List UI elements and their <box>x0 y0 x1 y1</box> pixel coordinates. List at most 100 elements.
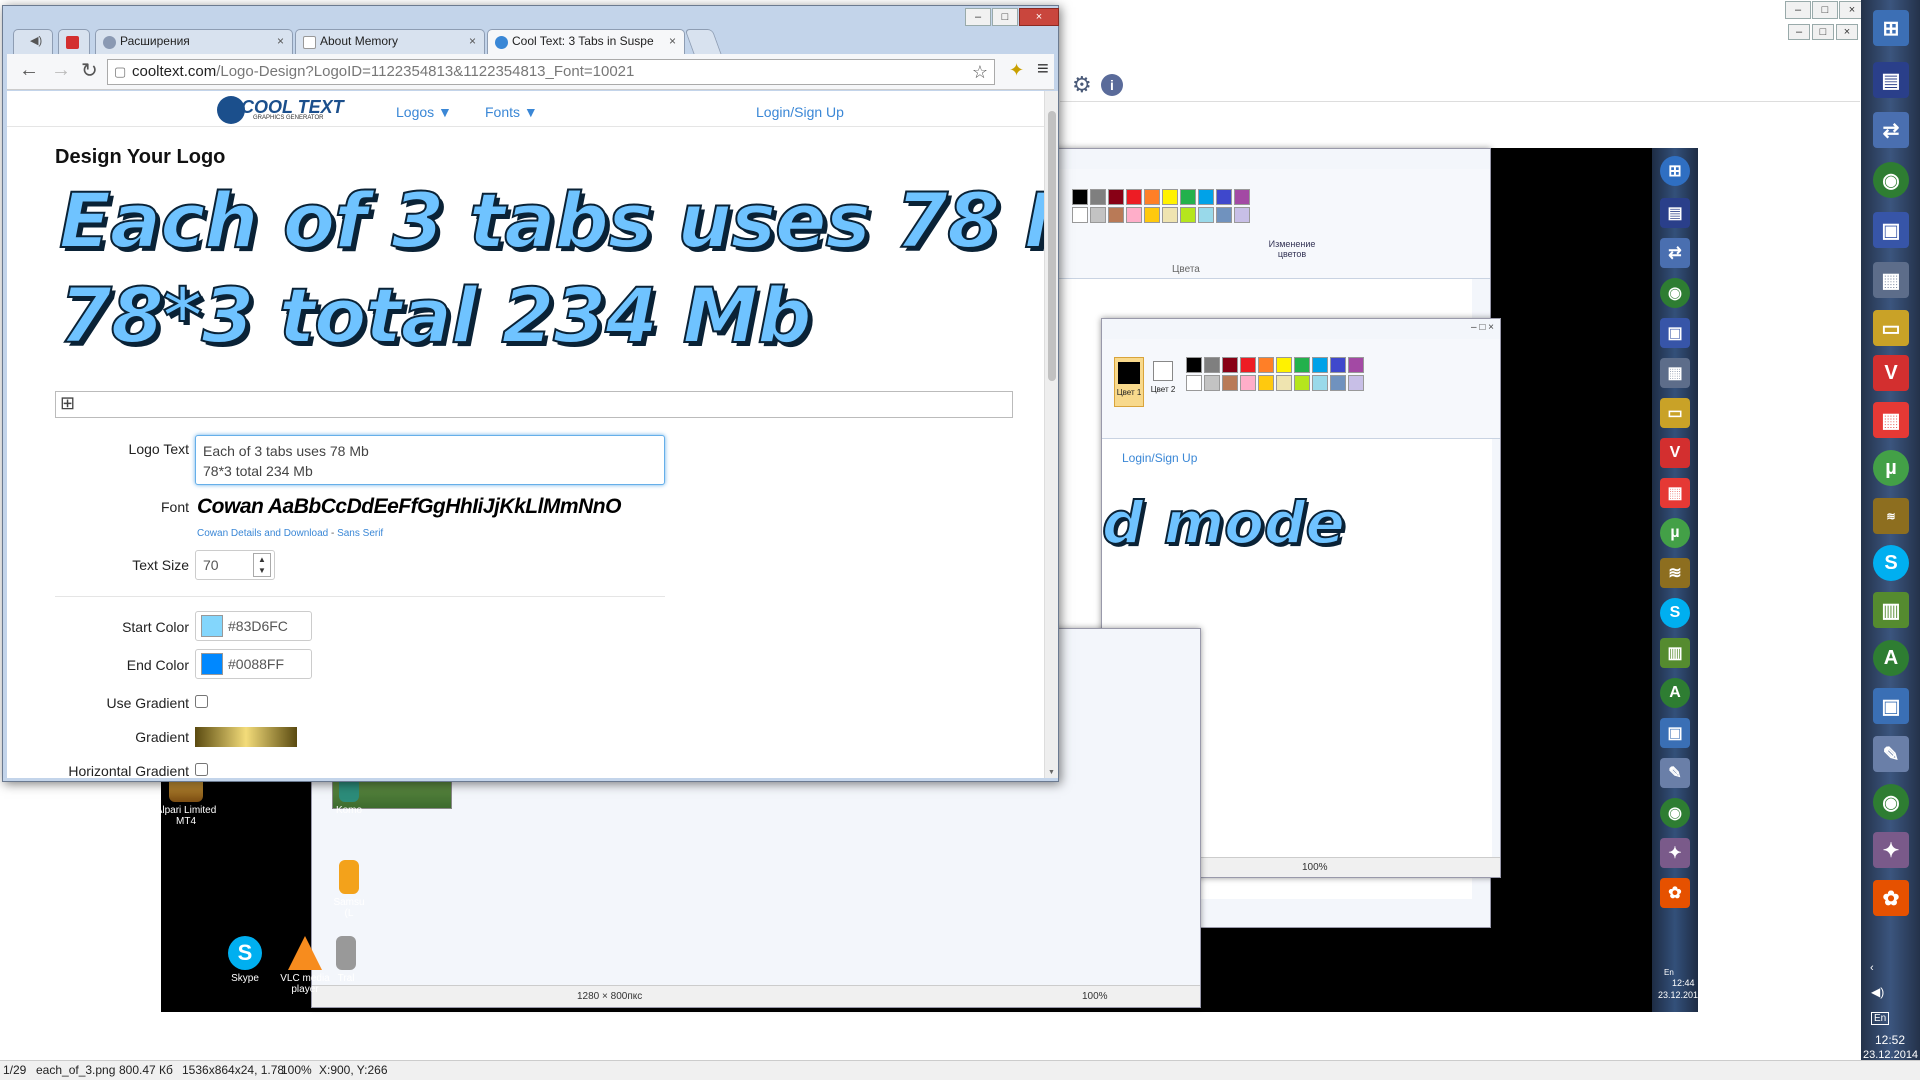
close-window-button[interactable]: × <box>1019 8 1059 26</box>
tools-icon[interactable]: ✦ <box>1873 832 1909 868</box>
nested-chart-icon[interactable]: ▥ <box>1660 638 1690 668</box>
tab-back-button[interactable]: ◀) <box>13 29 53 54</box>
scroll-down-icon[interactable]: ▼ <box>1048 769 1055 776</box>
nested-alpari-icon[interactable]: ≋ <box>1660 558 1690 588</box>
start-color-swatch[interactable] <box>201 615 223 637</box>
tab-close-icon[interactable]: × <box>669 30 676 53</box>
monitor-icon[interactable]: ▣ <box>1873 212 1909 248</box>
remote-desktop-icon[interactable]: ▣ <box>1873 688 1909 724</box>
tray-arrow-icon[interactable]: ‹ <box>1870 962 1874 974</box>
gradient-preview[interactable] <box>195 727 297 747</box>
bg-inner-minimize[interactable]: – <box>1788 24 1810 40</box>
tab-cool-text[interactable]: Cool Text: 3 Tabs in Suspe × <box>487 29 685 55</box>
edit-colors-label[interactable]: Изменение цветов <box>1262 239 1322 259</box>
nested-chrome-icon[interactable]: ◉ <box>1660 278 1690 308</box>
nested-start-icon[interactable]: ⊞ <box>1660 156 1690 186</box>
bookmark-star-icon[interactable]: ☆ <box>972 60 988 84</box>
tab-extensions[interactable]: Расширения × <box>95 29 293 54</box>
chart-icon[interactable]: ▥ <box>1873 592 1909 628</box>
color-palette-back[interactable] <box>1072 189 1250 223</box>
nested-skype-icon[interactable]: S <box>1660 598 1690 628</box>
clock-time[interactable]: 12:52 <box>1875 1033 1905 1047</box>
text-size-spinner[interactable]: ▲ ▼ <box>253 553 271 577</box>
cooltext-logo[interactable]: COOL TEXT GRAPHICS GENERATOR <box>217 96 357 124</box>
nested-android-icon[interactable]: A <box>1660 678 1690 708</box>
nested-chrome2-icon[interactable]: ◉ <box>1660 798 1690 828</box>
paint-icon[interactable]: ✎ <box>1873 736 1909 772</box>
settings-gear-icon[interactable]: ⚙ <box>1072 72 1092 98</box>
scrollbar-thumb[interactable] <box>1048 111 1056 381</box>
font-preview[interactable]: Cowan AaBbCcDdEeFfGgHhIiJjKkLlMmNnO <box>197 495 621 519</box>
nested-paint-icon[interactable]: ✎ <box>1660 758 1690 788</box>
gimp-icon[interactable]: ✿ <box>1873 880 1909 916</box>
end-color-input[interactable]: #0088FF <box>195 649 312 679</box>
page-info-icon[interactable]: ▢ <box>114 60 126 84</box>
vc-icon[interactable]: V <box>1873 355 1909 391</box>
maximize-button[interactable]: □ <box>992 8 1018 26</box>
tab-close-icon[interactable]: × <box>277 30 284 53</box>
nested-lang[interactable]: En <box>1664 968 1674 977</box>
nav-fonts-link[interactable]: Fonts ▼ <box>485 104 538 120</box>
nested-remote-icon[interactable]: ▣ <box>1660 718 1690 748</box>
logo-text-input[interactable]: Each of 3 tabs uses 78 Mb 78*3 total 234… <box>195 435 665 485</box>
horizontal-gradient-checkbox[interactable] <box>195 763 208 776</box>
minimize-button[interactable]: – <box>965 8 991 26</box>
nav-login-link[interactable]: Login/Sign Up <box>756 104 844 120</box>
nested-floppy-icon[interactable]: ▤ <box>1660 198 1690 228</box>
back-arrow-icon[interactable]: ← <box>19 59 39 82</box>
show-desktop-icon[interactable]: ⊞ <box>1873 10 1909 46</box>
nested-calculator-icon[interactable]: ▦ <box>1660 358 1690 388</box>
start-color-input[interactable]: #83D6FC <box>195 611 312 641</box>
nested-folder-icon[interactable]: ▭ <box>1660 398 1690 428</box>
color2-swatch[interactable]: Цвет 2 <box>1148 357 1178 407</box>
chrome-menu-icon[interactable]: ≡ <box>1037 58 1049 81</box>
desktop-icon-samsung[interactable]: Samsu (L <box>329 860 369 919</box>
calculator-icon[interactable]: ▦ <box>1873 262 1909 298</box>
bg-inner-close[interactable]: × <box>1836 24 1858 40</box>
bg-maximize-button[interactable]: □ <box>1812 1 1838 19</box>
desktop-icon-tral[interactable]: Tral <box>326 936 366 984</box>
skype-icon[interactable]: S <box>1873 545 1909 581</box>
nav-logos-link[interactable]: Logos ▼ <box>396 104 452 120</box>
floppy-icon[interactable]: ▤ <box>1873 62 1909 98</box>
nested-apps-icon[interactable]: ▦ <box>1660 478 1690 508</box>
nested-network-icon[interactable]: ⇄ <box>1660 238 1690 268</box>
reload-icon[interactable]: ↻ <box>81 58 98 83</box>
nested-utorrent-icon[interactable]: µ <box>1660 518 1690 548</box>
nested-tools-icon[interactable]: ✦ <box>1660 838 1690 868</box>
network-icon[interactable]: ⇄ <box>1873 112 1909 148</box>
page-scrollbar[interactable]: ▼ <box>1044 91 1058 778</box>
chrome-icon[interactable]: ◉ <box>1873 162 1909 198</box>
extension-broom-icon[interactable]: ✦ <box>1009 60 1024 81</box>
tab-close-icon[interactable]: × <box>469 30 476 53</box>
nested-monitor-icon[interactable]: ▣ <box>1660 318 1690 348</box>
bg-minimize-button[interactable]: – <box>1785 1 1811 19</box>
nested-gimp-icon[interactable]: ✿ <box>1660 878 1690 908</box>
utorrent-icon[interactable]: µ <box>1873 450 1909 486</box>
apps-icon[interactable]: ▦ <box>1873 402 1909 438</box>
nested-vc-icon[interactable]: V <box>1660 438 1690 468</box>
chrome2-icon[interactable]: ◉ <box>1873 784 1909 820</box>
alpari-icon[interactable]: ≋ <box>1873 498 1909 534</box>
font-category-link[interactable]: Sans Serif <box>337 528 383 539</box>
bg-inner-maximize[interactable]: □ <box>1812 24 1834 40</box>
volume-icon[interactable]: ◀) <box>1871 985 1884 999</box>
color-palette-middle[interactable] <box>1186 357 1364 391</box>
folder-icon[interactable]: ▭ <box>1873 310 1909 346</box>
new-tab-button[interactable] <box>684 29 722 54</box>
address-bar[interactable]: ▢ cooltext.com/Logo-Design?LogoID=112235… <box>107 59 995 85</box>
font-details-link[interactable]: Cowan Details and Download <box>197 528 328 539</box>
color1-swatch[interactable]: Цвет 1 <box>1114 357 1144 407</box>
add-share-icon[interactable]: ⊞ <box>60 393 75 414</box>
text-size-input[interactable]: 70 ▲ ▼ <box>195 550 275 580</box>
language-indicator[interactable]: En <box>1871 1012 1890 1025</box>
tab-pinned[interactable] <box>58 29 90 54</box>
middle-window-controls[interactable]: – □ × <box>1471 322 1494 333</box>
end-color-swatch[interactable] <box>201 653 223 675</box>
info-icon[interactable]: i <box>1101 74 1123 96</box>
use-gradient-checkbox[interactable] <box>195 695 208 708</box>
tab-about-memory[interactable]: About Memory × <box>295 29 485 54</box>
forward-arrow-icon[interactable]: → <box>51 59 71 82</box>
share-bar[interactable]: ⊞ <box>55 391 1013 418</box>
android-icon[interactable]: A <box>1873 640 1909 676</box>
